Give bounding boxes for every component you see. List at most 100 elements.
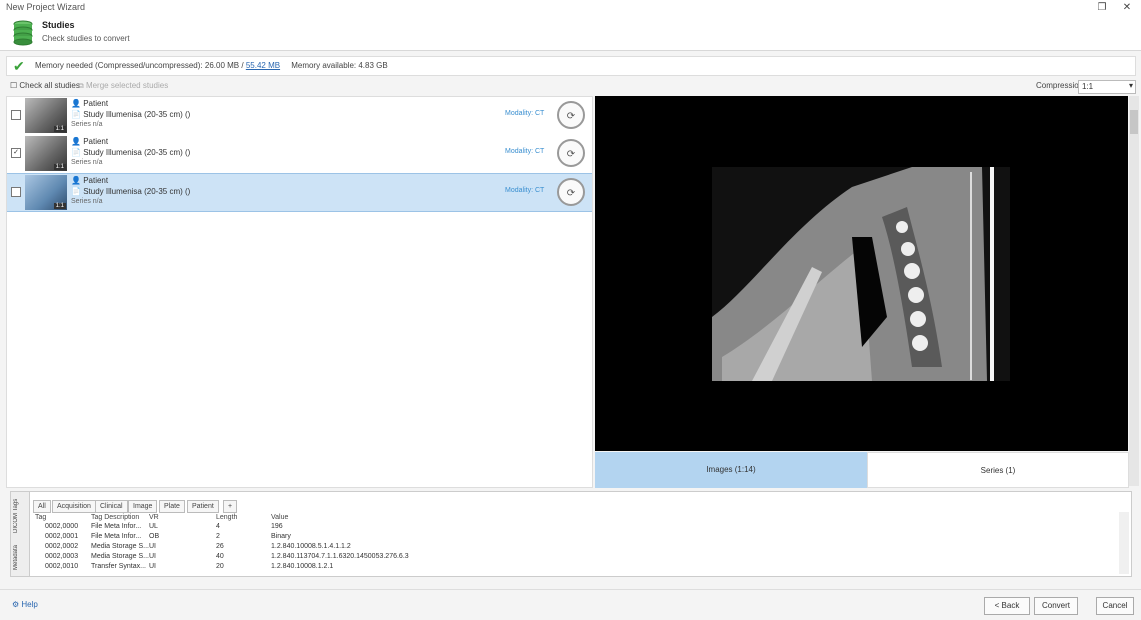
table-row[interactable]: 0002,0010 Transfer Syntax... UI 20 1.2.8…	[11, 563, 1111, 573]
filter-tab-clinical[interactable]: Clinical	[95, 500, 128, 513]
study-checkbox[interactable]: ✓	[11, 148, 21, 158]
memory-status-bar: ✔ Memory needed (Compressed/uncompressed…	[6, 56, 1136, 76]
patient-label: 👤 Patient	[71, 176, 109, 185]
column-header-tag: Tag	[35, 514, 47, 521]
maximize-button[interactable]: ❐	[1093, 1, 1111, 15]
check-all-label: Check all studies	[19, 81, 80, 90]
compress-icon[interactable]: ⟳	[557, 139, 585, 167]
tab-series[interactable]: Series (1)	[867, 452, 1129, 488]
study-thumbnail: 1:1	[25, 175, 67, 210]
compression-label: Compression	[1036, 81, 1084, 90]
column-header-length: Length	[216, 514, 238, 521]
study-thumbnail: 1:1	[25, 136, 67, 171]
series-label: Series n/a	[71, 159, 103, 166]
table-row[interactable]: 0002,0003 Media Storage S... UI 40 1.2.8…	[11, 553, 1111, 563]
description-cell: Media Storage S...	[91, 543, 149, 550]
modality-label: Modality: CT	[505, 187, 545, 194]
chevron-down-icon: ▾	[1128, 81, 1133, 90]
value-cell: 196	[271, 523, 283, 530]
tab-images[interactable]: Images (1:14)	[595, 452, 867, 488]
table-row[interactable]: 0002,0000 File Meta Infor... UL 4 196	[11, 523, 1111, 533]
length-cell: 40	[216, 553, 224, 560]
tag-cell: 0002,0001	[45, 533, 79, 540]
memory-text: Memory needed (Compressed/uncompressed):…	[35, 61, 388, 70]
help-label: Help	[21, 600, 38, 609]
patient-label: 👤 Patient	[71, 137, 109, 146]
column-header-description: Tag Description	[91, 514, 140, 521]
study-name: Study Illumenisa (20-35 cm) ()	[83, 148, 191, 157]
vr-cell: UI	[149, 563, 156, 570]
thumb-badge: 1:1	[53, 164, 66, 170]
convert-button[interactable]: Convert	[1034, 597, 1078, 615]
filter-tab-patient[interactable]: Patient	[187, 500, 219, 513]
study-thumbnail: 1:1	[25, 98, 67, 133]
thumb-badge: 1:1	[53, 203, 66, 209]
thumb-badge: 1:1	[53, 126, 66, 132]
filter-tab-plate[interactable]: Plate	[159, 500, 185, 513]
description-cell: File Meta Infor...	[91, 533, 142, 540]
table-row[interactable]: 0002,0001 File Meta Infor... OB 2 Binary	[11, 533, 1111, 543]
description-cell: Transfer Syntax...	[91, 563, 146, 570]
study-name: Study Illumenisa (20-35 cm) ()	[83, 187, 191, 196]
study-row[interactable]: 1:1 👤 Patient 📄 Study Illumenisa (20-35 …	[7, 97, 592, 134]
database-icon	[13, 20, 33, 46]
study-checkbox[interactable]	[11, 110, 21, 120]
close-button[interactable]: ✕	[1118, 1, 1136, 15]
filter-tab-acquisition[interactable]: Acquisition	[52, 500, 96, 513]
compress-icon[interactable]: ⟳	[557, 101, 585, 129]
study-toolbar: ☐ Check all studies ⧉ Merge selected stu…	[6, 80, 1140, 94]
title-bar: New Project Wizard ❐ ✕	[0, 0, 1141, 16]
tag-cell: 0002,0002	[45, 543, 79, 550]
study-row-selected[interactable]: 1:1 👤 Patient 📄 Study Illumenisa (20-35 …	[7, 173, 592, 212]
modality-label: Modality: CT	[505, 148, 545, 155]
table-row[interactable]: 0002,0002 Media Storage S... UI 26 1.2.8…	[11, 543, 1111, 553]
tag-cell: 0002,0010	[45, 563, 79, 570]
description-cell: Media Storage S...	[91, 553, 149, 560]
patient-name: Patient	[83, 99, 109, 108]
study-name: Study Illumenisa (20-35 cm) ()	[83, 110, 191, 119]
help-link[interactable]: ⚙ Help	[12, 600, 38, 609]
modality-label: Modality: CT	[505, 110, 545, 117]
page-subtitle: Check studies to convert	[42, 34, 130, 43]
vr-cell: UI	[149, 543, 156, 550]
compression-select[interactable]: 1:1 ▾	[1078, 80, 1136, 94]
vr-cell: UL	[149, 523, 158, 530]
length-cell: 4	[216, 523, 220, 530]
vr-cell: UI	[149, 553, 156, 560]
filter-tab-all[interactable]: All	[33, 500, 51, 513]
wizard-header: Studies Check studies to convert	[0, 16, 1141, 51]
check-icon: ✔	[13, 58, 25, 74]
series-label: Series n/a	[71, 198, 103, 205]
value-cell: 1.2.840.113704.7.1.1.6320.1450053.276.6.…	[271, 553, 409, 560]
window-title: New Project Wizard	[6, 2, 86, 12]
study-checkbox[interactable]	[11, 187, 21, 197]
value-cell: 1.2.840.10008.1.2.1	[271, 563, 334, 570]
memory-available-label: Memory available:	[291, 61, 357, 70]
memory-needed-label: Memory needed (Compressed/uncompressed):	[35, 61, 203, 70]
value-cell: 1.2.840.10008.5.1.4.1.1.2	[271, 543, 351, 550]
cancel-button[interactable]: Cancel	[1096, 597, 1134, 615]
footer-divider	[0, 589, 1141, 590]
check-all-studies-button[interactable]: ☐ Check all studies	[10, 81, 80, 90]
add-filter-button[interactable]: +	[223, 500, 238, 513]
memory-needed-a: 26.00 MB	[204, 61, 240, 70]
compress-icon[interactable]: ⟳	[557, 178, 585, 206]
patient-label: 👤 Patient	[71, 99, 109, 108]
length-cell: 2	[216, 533, 220, 540]
study-list: 1:1 👤 Patient 📄 Study Illumenisa (20-35 …	[6, 96, 593, 488]
series-label: Series n/a	[71, 121, 103, 128]
back-button[interactable]: < Back	[984, 597, 1030, 615]
column-header-value: Value	[271, 514, 289, 521]
study-row[interactable]: ✓ 1:1 👤 Patient 📄 Study Illumenisa (20-3…	[7, 135, 592, 172]
column-header-vr: VR	[149, 514, 159, 521]
ct-scan-image	[712, 167, 1010, 381]
merge-label: Merge selected studies	[85, 81, 169, 90]
length-cell: 20	[216, 563, 224, 570]
preview-scrollbar[interactable]	[1129, 96, 1139, 486]
tag-table-scrollbar[interactable]	[1119, 512, 1129, 574]
scrollbar-thumb[interactable]	[1130, 110, 1138, 134]
value-cell: Binary	[271, 533, 291, 540]
filter-tab-image[interactable]: Image	[128, 500, 158, 513]
description-cell: File Meta Infor...	[91, 523, 142, 530]
merge-studies-button[interactable]: ⧉ Merge selected studies	[78, 81, 168, 91]
